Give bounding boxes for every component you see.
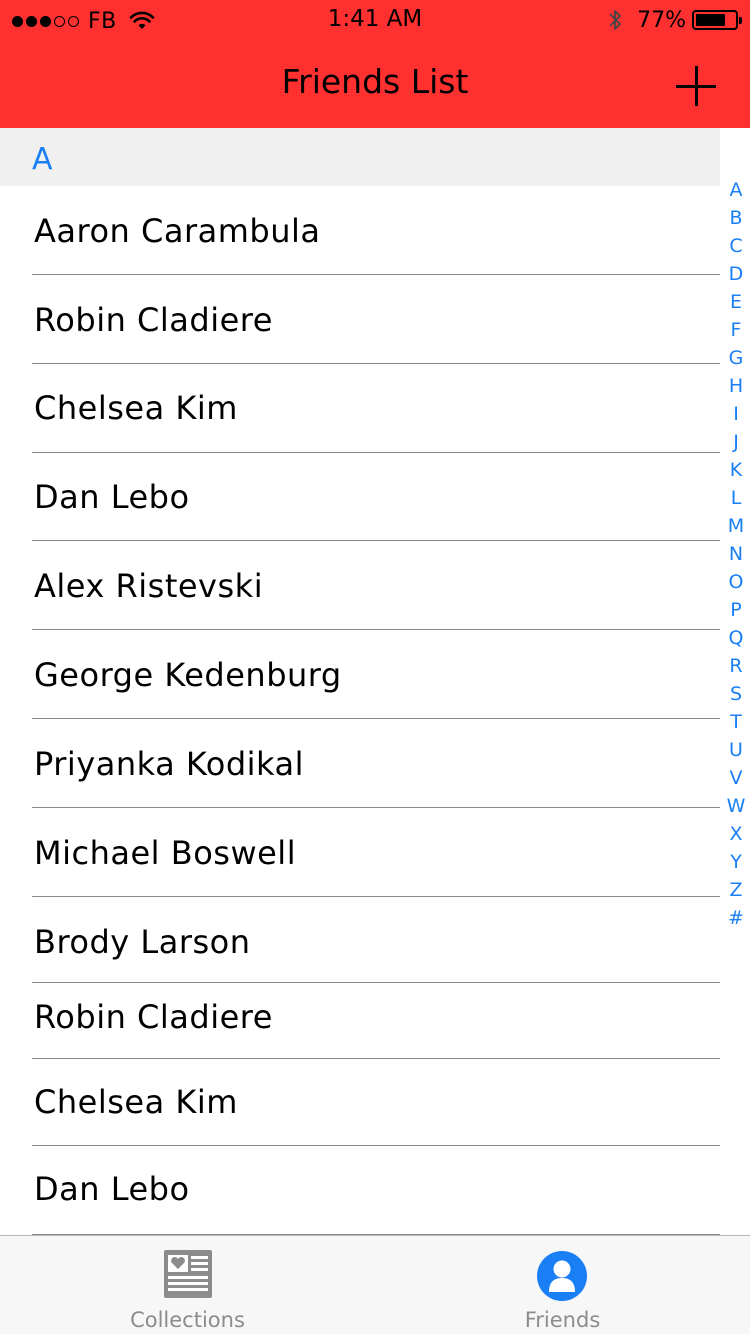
index-letter[interactable]: #: [722, 904, 750, 932]
friend-name: Priyanka Kodikal: [34, 745, 304, 783]
index-letter[interactable]: M: [722, 512, 750, 540]
list-item[interactable]: Dan Lebo: [0, 453, 720, 541]
list-item[interactable]: Robin Cladiere: [0, 983, 720, 1059]
battery-fill: [696, 14, 726, 26]
index-letter[interactable]: P: [722, 596, 750, 624]
tab-bar: Collections Friends: [0, 1235, 750, 1334]
battery-icon: [692, 10, 742, 30]
friend-name: Chelsea Kim: [34, 389, 238, 427]
list-item[interactable]: Dan Lebo: [0, 1146, 720, 1235]
index-letter[interactable]: B: [722, 204, 750, 232]
index-letter[interactable]: J: [722, 428, 750, 456]
friend-name: Michael Boswell: [34, 834, 297, 872]
tab-label: Friends: [524, 1308, 601, 1332]
friend-name: Robin Cladiere: [34, 301, 273, 339]
list-item[interactable]: Michael Boswell: [0, 808, 720, 897]
tab-friends[interactable]: Friends: [375, 1236, 750, 1335]
index-letter[interactable]: X: [722, 820, 750, 848]
index-letter[interactable]: W: [722, 792, 750, 820]
list-item[interactable]: Chelsea Kim: [0, 1059, 720, 1146]
index-letter[interactable]: U: [722, 736, 750, 764]
index-letter[interactable]: E: [722, 288, 750, 316]
battery-tip: [739, 17, 742, 24]
index-letter[interactable]: O: [722, 568, 750, 596]
list-item[interactable]: Robin Cladiere: [0, 275, 720, 364]
battery-percent: 77%: [637, 7, 686, 33]
index-letter[interactable]: Q: [722, 624, 750, 652]
index-letter[interactable]: D: [722, 260, 750, 288]
status-bar: FB 1:41 AM 77%: [0, 0, 750, 40]
friend-name: Brody Larson: [34, 923, 251, 961]
friend-name: Dan Lebo: [34, 478, 190, 516]
index-letter[interactable]: F: [722, 316, 750, 344]
list-item[interactable]: George Kedenburg: [0, 630, 720, 719]
index-letter[interactable]: R: [722, 652, 750, 680]
index-letter[interactable]: C: [722, 232, 750, 260]
index-letter[interactable]: H: [722, 372, 750, 400]
friends-icon: [537, 1251, 587, 1301]
index-letter[interactable]: Z: [722, 876, 750, 904]
index-letter[interactable]: T: [722, 708, 750, 736]
list-item[interactable]: Brody Larson: [0, 897, 720, 983]
status-right: 77%: [607, 6, 742, 34]
index-letter[interactable]: G: [722, 344, 750, 372]
page-title: Friends List: [281, 62, 469, 101]
friend-name: Aaron Carambula: [34, 212, 321, 250]
index-letter[interactable]: N: [722, 540, 750, 568]
index-letter[interactable]: S: [722, 680, 750, 708]
index-letter[interactable]: A: [722, 176, 750, 204]
index-letter[interactable]: Y: [722, 848, 750, 876]
index-letter[interactable]: L: [722, 484, 750, 512]
tab-label: Collections: [130, 1308, 245, 1332]
index-letter[interactable]: V: [722, 764, 750, 792]
friend-name: George Kedenburg: [34, 656, 342, 694]
collections-icon: [164, 1250, 212, 1298]
section-header: A: [0, 128, 720, 186]
friend-name: Robin Cladiere: [34, 998, 273, 1036]
bluetooth-icon: [609, 10, 621, 30]
friend-name: Chelsea Kim: [34, 1083, 238, 1121]
list-item[interactable]: Aaron Carambula: [0, 187, 720, 275]
tab-collections[interactable]: Collections: [0, 1236, 375, 1335]
list-item[interactable]: Chelsea Kim: [0, 364, 720, 453]
index-letter[interactable]: K: [722, 456, 750, 484]
friend-name: Dan Lebo: [34, 1170, 190, 1208]
friend-name: Alex Ristevski: [34, 567, 264, 605]
nav-header: FB 1:41 AM 77% Friends List: [0, 0, 750, 128]
index-letter[interactable]: I: [722, 400, 750, 428]
plus-icon[interactable]: [676, 66, 716, 106]
list-item[interactable]: Priyanka Kodikal: [0, 719, 720, 808]
list-item[interactable]: Alex Ristevski: [0, 541, 720, 630]
